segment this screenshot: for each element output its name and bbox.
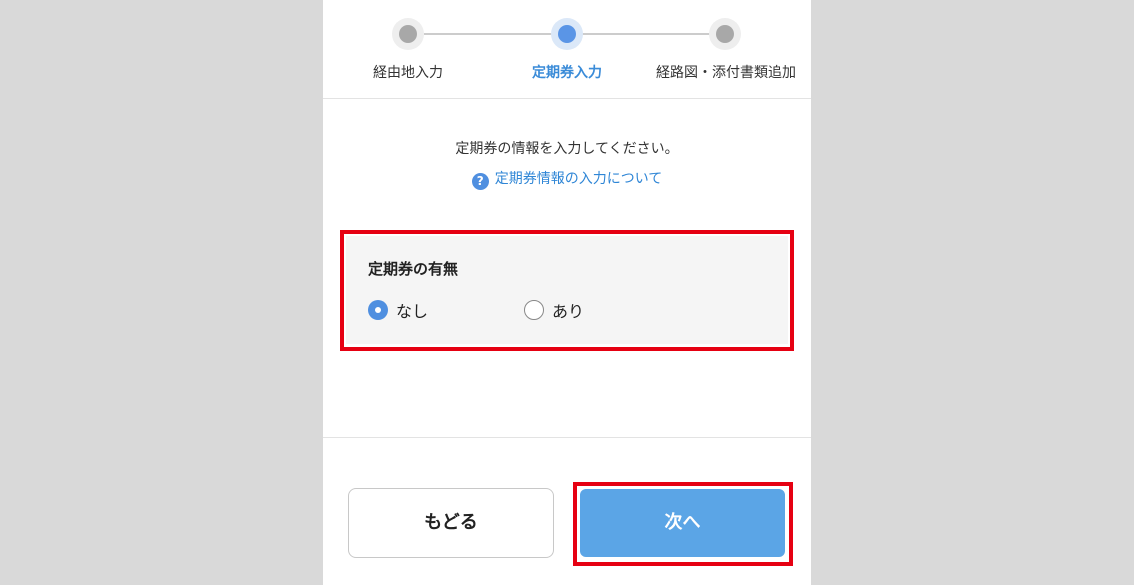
help-link-label: 定期券情報の入力について: [494, 171, 663, 187]
back-button[interactable]: もどる: [348, 488, 554, 558]
progress-stepper: 経由地入力 定期券入力 経路図・添付書類追加: [323, 0, 811, 99]
footer-divider: [323, 437, 811, 438]
step-dot: [558, 25, 576, 43]
highlight-frame: [340, 230, 794, 351]
step-dot: [399, 25, 417, 43]
step-1-indicator: [392, 18, 424, 50]
step-connector: [424, 33, 568, 35]
question-icon: ?: [471, 173, 489, 190]
step-3-indicator: [709, 18, 741, 50]
step-dot: [716, 25, 734, 43]
step-3-label: 経路図・添付書類追加: [656, 65, 796, 81]
step-1-label: 経由地入力: [373, 65, 443, 81]
wizard-panel: 経由地入力 定期券入力 経路図・添付書類追加 定期券の情報を入力してください。 …: [323, 0, 811, 585]
step-connector: [582, 33, 726, 35]
step-2-indicator: [551, 18, 583, 50]
help-link[interactable]: ? 定期券情報の入力について: [323, 168, 811, 190]
highlight-frame: [573, 482, 793, 566]
step-2-label: 定期券入力: [532, 65, 602, 81]
instruction-text: 定期券の情報を入力してください。: [455, 141, 679, 157]
